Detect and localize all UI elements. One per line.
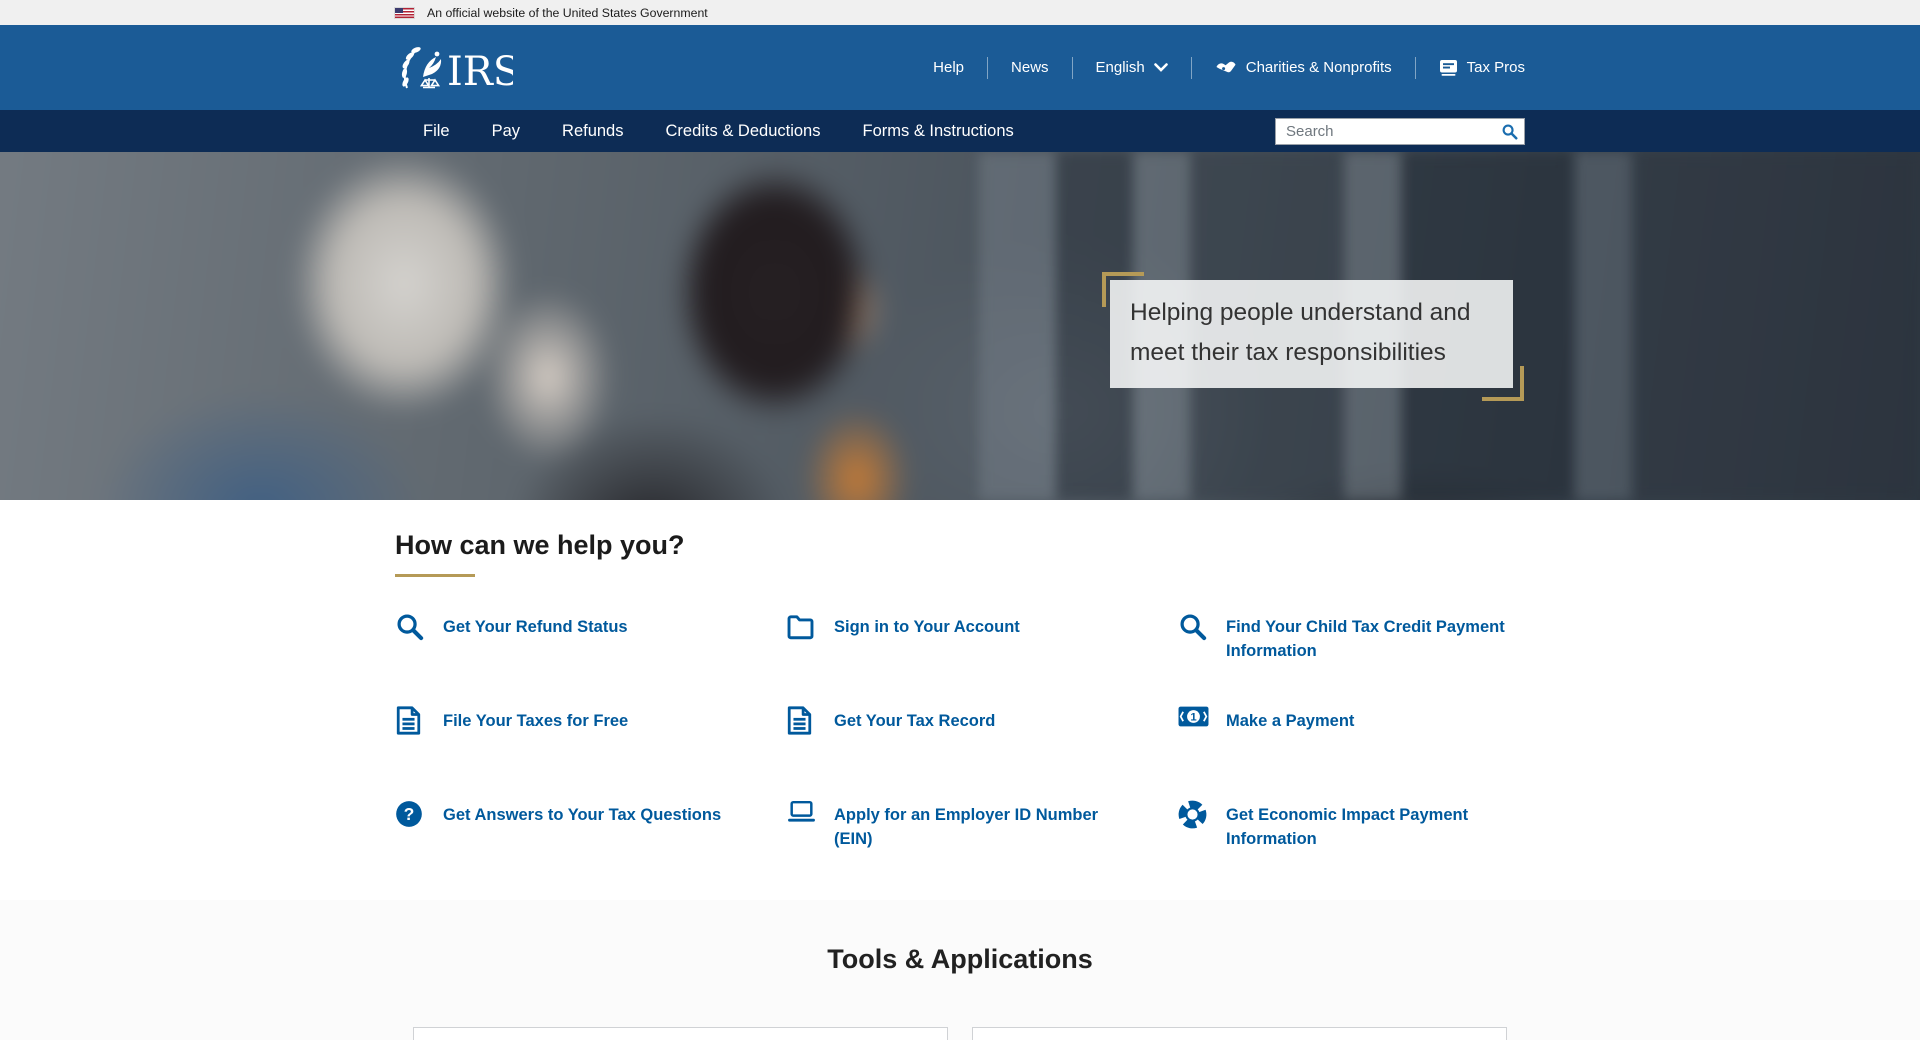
dollar-bill-icon: 1 <box>1178 706 1208 727</box>
news-link[interactable]: News <box>1011 59 1049 76</box>
tools-cards-row <box>0 1027 1920 1040</box>
device-icon <box>1439 59 1458 76</box>
link-refund-status[interactable]: Get Your Refund Status <box>395 610 786 704</box>
link-apply-ein[interactable]: Apply for an Employer ID Number (EIN) <box>786 798 1178 892</box>
help-link[interactable]: Help <box>933 59 964 76</box>
tools-section: Tools & Applications <box>0 900 1920 1040</box>
tool-card[interactable] <box>972 1027 1507 1040</box>
search-icon <box>1178 612 1208 641</box>
laptop-icon <box>786 800 816 824</box>
question-circle-icon: ? <box>395 800 425 828</box>
nav-item-refunds[interactable]: Refunds <box>541 122 644 141</box>
us-flag-icon <box>395 8 414 18</box>
irs-wordmark: IRS <box>447 49 513 94</box>
irs-eagle-emblem: IRS <box>395 42 513 94</box>
help-section-title: How can we help you? <box>395 530 1525 561</box>
help-links-grid: Get Your Refund Status Sign in to Your A… <box>395 610 1525 892</box>
help-section: How can we help you? Get Your Refund Sta… <box>0 500 1920 900</box>
nav-item-file[interactable]: File <box>395 122 471 141</box>
search-icon <box>1501 123 1518 140</box>
nav-item-pay[interactable]: Pay <box>471 122 541 141</box>
link-make-payment[interactable]: 1 Make a Payment <box>1178 704 1525 798</box>
link-tax-questions[interactable]: ? Get Answers to Your Tax Questions <box>395 798 786 892</box>
gov-banner-text: An official website of the United States… <box>427 6 708 20</box>
folder-icon <box>786 612 816 641</box>
document-icon <box>786 706 816 735</box>
divider <box>987 57 988 79</box>
svg-text:?: ? <box>404 804 415 824</box>
link-economic-impact[interactable]: Get Economic Impact Payment Information <box>1178 798 1525 892</box>
search-icon <box>395 612 425 641</box>
tax-pros-link[interactable]: Tax Pros <box>1439 59 1525 76</box>
search-input[interactable] <box>1276 123 1494 140</box>
tools-section-title: Tools & Applications <box>0 944 1920 975</box>
link-tax-record[interactable]: Get Your Tax Record <box>786 704 1178 798</box>
divider <box>1072 57 1073 79</box>
chevron-down-icon <box>1154 63 1168 72</box>
nav-item-credits-deductions[interactable]: Credits & Deductions <box>645 122 842 141</box>
hero-headline: Helping people understand and meet their… <box>1130 293 1493 373</box>
tool-card[interactable] <box>413 1027 948 1040</box>
nav-item-forms-instructions[interactable]: Forms & Instructions <box>842 122 1035 141</box>
divider <box>1415 57 1416 79</box>
language-selector[interactable]: English <box>1096 59 1168 76</box>
search-box <box>1275 118 1525 145</box>
document-icon <box>395 706 425 735</box>
divider <box>1191 57 1192 79</box>
charities-nonprofits-link[interactable]: Charities & Nonprofits <box>1215 59 1392 76</box>
usa-gov-banner: An official website of the United States… <box>0 0 1920 25</box>
hero-banner: Helping people understand and meet their… <box>0 152 1920 500</box>
gold-underline <box>395 574 475 577</box>
irs-logo[interactable]: IRS <box>395 42 513 94</box>
handshake-icon <box>1215 59 1237 76</box>
header-utility-nav: Help News English Charities & Nonprofits <box>933 57 1525 79</box>
life-ring-icon <box>1178 800 1208 829</box>
gold-corner-bracket <box>1102 272 1144 307</box>
link-sign-in[interactable]: Sign in to Your Account <box>786 610 1178 704</box>
site-header: IRS Help News English Charities & Nonpro… <box>0 25 1920 110</box>
hero-quote-box: Helping people understand and meet their… <box>1110 280 1513 388</box>
link-file-free[interactable]: File Your Taxes for Free <box>395 704 786 798</box>
svg-text:1: 1 <box>1190 712 1196 724</box>
search-submit-button[interactable] <box>1494 119 1524 144</box>
main-nav: File Pay Refunds Credits & Deductions Fo… <box>0 110 1920 152</box>
gold-corner-bracket <box>1482 366 1524 401</box>
link-child-tax-credit[interactable]: Find Your Child Tax Credit Payment Infor… <box>1178 610 1525 704</box>
